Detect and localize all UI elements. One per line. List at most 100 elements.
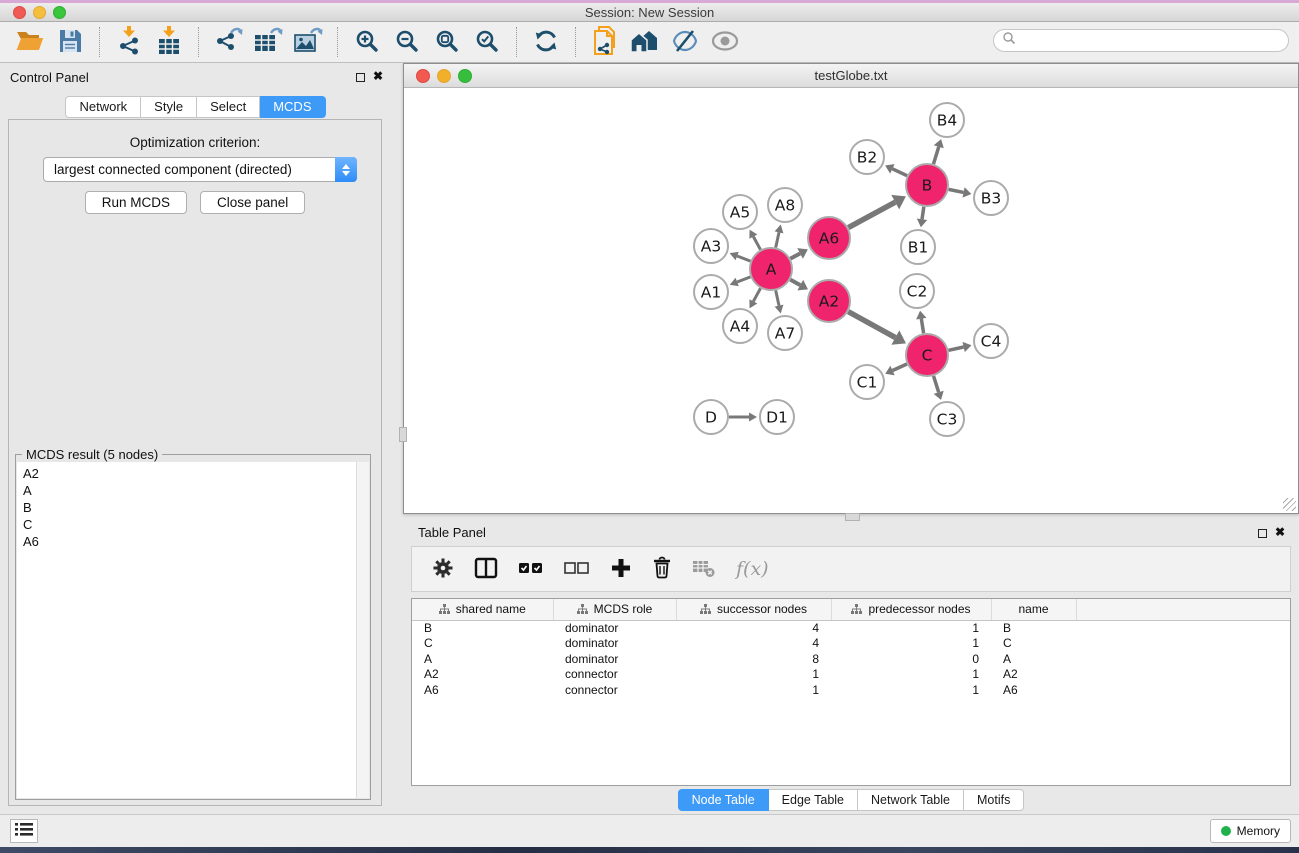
close-panel-icon[interactable]: ✖ <box>373 70 383 82</box>
delete-table-button[interactable] <box>692 558 716 581</box>
column-header-shared-name[interactable]: shared name <box>412 599 553 620</box>
import-network-button[interactable] <box>109 24 149 60</box>
tab-motifs[interactable]: Motifs <box>964 789 1024 811</box>
export-table-button[interactable] <box>248 24 288 60</box>
graph-edge-A-A2[interactable] <box>790 280 800 286</box>
graph-edge-B-B3[interactable] <box>949 189 964 192</box>
list-item[interactable]: A2 <box>17 462 369 482</box>
graph-edge-A-A8[interactable] <box>776 232 779 247</box>
list-item[interactable]: A <box>17 482 369 499</box>
export-network-button[interactable] <box>208 24 248 60</box>
zoom-in-button[interactable] <box>347 24 387 60</box>
close-panel-button[interactable]: Close panel <box>200 191 305 214</box>
table-row[interactable]: A6connector11A6 <box>412 682 1290 698</box>
graph-edge-B-B1[interactable] <box>922 207 924 220</box>
run-mcds-button[interactable]: Run MCDS <box>85 191 187 214</box>
float-panel-icon[interactable] <box>1258 529 1267 538</box>
tab-node-table[interactable]: Node Table <box>678 789 769 811</box>
table-panel-tabs: Node Table Edge Table Network Table Moti… <box>403 789 1299 811</box>
slashed-pen-icon <box>671 28 699 57</box>
graph-edge-A2-C[interactable] <box>848 312 895 338</box>
list-item[interactable]: A6 <box>17 533 369 550</box>
list-scrollbar[interactable] <box>356 462 369 798</box>
graph-edge-B-B2[interactable] <box>892 169 907 176</box>
control-panel-tabs: Network Style Select MCDS <box>0 96 391 118</box>
graph-edge-C-C1[interactable] <box>893 364 907 370</box>
hierarchy-icon <box>577 604 588 615</box>
graph-edge-A6-B[interactable] <box>848 202 895 227</box>
tab-style[interactable]: Style <box>141 96 197 118</box>
apply-layout-button[interactable] <box>526 24 566 60</box>
vertical-splitter-grip[interactable] <box>399 427 407 442</box>
toolbar-search[interactable] <box>993 29 1289 52</box>
deselect-all-button[interactable] <box>564 561 590 578</box>
graph-edge-arrowhead <box>775 225 784 234</box>
table-settings-button[interactable] <box>432 557 454 582</box>
show-panels-button[interactable] <box>10 819 38 843</box>
tab-network[interactable]: Network <box>65 96 141 118</box>
new-network-from-selection-button[interactable] <box>585 24 625 60</box>
window-resize-grip[interactable] <box>1283 498 1296 511</box>
zoom-button[interactable] <box>53 6 66 19</box>
close-panel-icon[interactable]: ✖ <box>1275 526 1285 538</box>
select-all-button[interactable] <box>518 561 544 578</box>
table-row[interactable]: Adominator80A <box>412 651 1290 667</box>
column-header-predecessor-nodes[interactable]: predecessor nodes <box>831 599 991 620</box>
open-session-button[interactable] <box>10 24 50 60</box>
table-row[interactable]: Bdominator41B <box>412 620 1290 636</box>
list-item[interactable]: C <box>17 516 369 533</box>
home-view-button[interactable] <box>625 24 665 60</box>
memory-button[interactable]: Memory <box>1210 819 1291 843</box>
float-panel-icon[interactable] <box>356 73 365 82</box>
graph-edge-B-B4[interactable] <box>933 147 938 164</box>
tab-edge-table[interactable]: Edge Table <box>769 789 858 811</box>
criterion-select[interactable]: largest connected component (directed) <box>43 157 357 182</box>
zoom-fit-button[interactable] <box>427 24 467 60</box>
control-panel: Control Panel ✖ Network Style Select MCD… <box>0 63 391 814</box>
network-zoom-button[interactable] <box>458 69 472 83</box>
network-minimize-button[interactable] <box>437 69 451 83</box>
graph-edge-A-A5[interactable] <box>753 237 760 250</box>
delete-column-button[interactable] <box>652 556 672 582</box>
table-row[interactable]: A2connector11A2 <box>412 667 1290 683</box>
export-image-button[interactable] <box>288 24 328 60</box>
tab-mcds[interactable]: MCDS <box>260 96 325 118</box>
show-columns-button[interactable] <box>474 557 498 582</box>
graph-edge-C-C2[interactable] <box>921 319 923 334</box>
graph-edge-A-A3[interactable] <box>737 256 750 261</box>
graph-edge-A-A6[interactable] <box>790 253 800 258</box>
tab-network-table[interactable]: Network Table <box>858 789 964 811</box>
mcds-tab-content: Optimization criterion: largest connecte… <box>8 119 382 806</box>
network-graph: B4B2BB3A8A5A6A3B1AC2A1A2A4A7C4CC1C3DD1 <box>404 88 1298 513</box>
graph-edge-A-A4[interactable] <box>753 288 760 301</box>
show-hide-button[interactable] <box>705 24 745 60</box>
graph-node-label-C2: C2 <box>907 283 928 301</box>
column-header-name[interactable]: name <box>991 599 1076 620</box>
graph-edge-C-C4[interactable] <box>948 347 963 350</box>
column-header-mcds-role[interactable]: MCDS role <box>553 599 676 620</box>
zoom-selected-button[interactable] <box>467 24 507 60</box>
minimize-button[interactable] <box>33 6 46 19</box>
import-table-button[interactable] <box>149 24 189 60</box>
mcds-result-list[interactable]: A2 A B C A6 <box>17 462 369 798</box>
graph-edge-A-A7[interactable] <box>776 290 779 305</box>
table-row[interactable]: Cdominator41C <box>412 636 1290 652</box>
zoom-out-button[interactable] <box>387 24 427 60</box>
graph-node-label-A3: A3 <box>701 238 721 256</box>
node-table: shared name MCDS role successor nodes pr… <box>411 598 1291 786</box>
graph-node-label-C4: C4 <box>981 333 1002 351</box>
close-button[interactable] <box>13 6 26 19</box>
list-item[interactable]: B <box>17 499 369 516</box>
graph-edge-C-C3[interactable] <box>934 376 939 392</box>
network-close-button[interactable] <box>416 69 430 83</box>
tab-select[interactable]: Select <box>197 96 260 118</box>
graph-edge-A-A1[interactable] <box>737 277 750 282</box>
column-header-successor-nodes[interactable]: successor nodes <box>676 599 831 620</box>
save-session-button[interactable] <box>50 24 90 60</box>
function-builder-button[interactable]: f(x) <box>736 558 769 580</box>
search-input[interactable] <box>1016 34 1288 48</box>
toggle-graphics-details-button[interactable] <box>665 24 705 60</box>
network-window-titlebar[interactable]: testGlobe.txt <box>404 64 1298 88</box>
network-canvas[interactable]: B4B2BB3A8A5A6A3B1AC2A1A2A4A7C4CC1C3DD1 <box>404 88 1298 513</box>
create-column-button[interactable] <box>610 557 632 582</box>
